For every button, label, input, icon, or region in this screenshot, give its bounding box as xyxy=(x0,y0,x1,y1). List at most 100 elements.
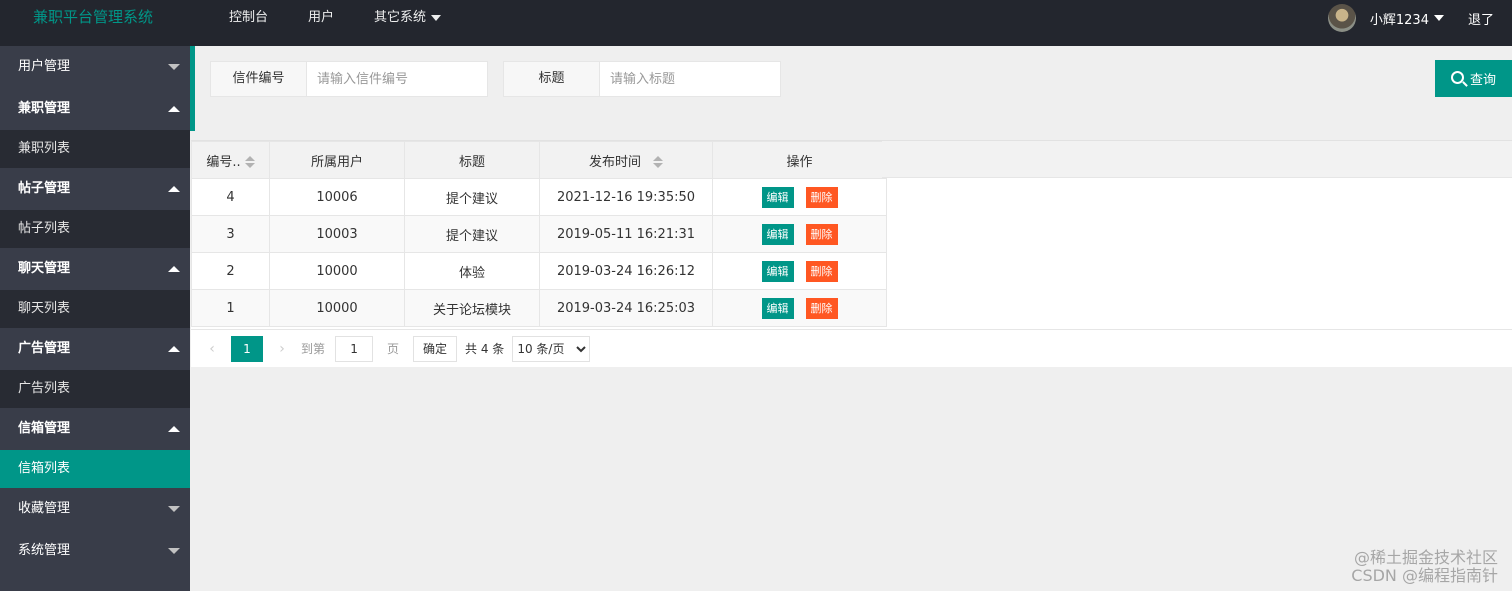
edit-button[interactable]: 编辑 xyxy=(761,297,794,319)
chevron-down-icon xyxy=(168,64,180,70)
table-row: 1 10000 关于论坛模块 2019-03-24 16:25:03 编辑 删除 xyxy=(191,289,887,327)
table-row: 3 10003 提个建议 2019-05-11 16:21:31 编辑 删除 xyxy=(191,215,887,253)
cell-id: 1 xyxy=(191,289,270,327)
search-bar: 信件编号 标题 查询 xyxy=(195,46,1512,140)
delete-button[interactable]: 删除 xyxy=(805,260,838,282)
col-header-title: 标题 xyxy=(404,141,540,179)
nav-other-label: 其它系统 xyxy=(374,10,427,25)
page-current[interactable]: 1 xyxy=(231,335,263,362)
col-header-user: 所属用户 xyxy=(269,141,405,179)
cell-user: 10000 xyxy=(269,252,405,290)
logout-link[interactable]: 退了 xyxy=(1468,9,1494,28)
nav-console[interactable]: 控制台 xyxy=(209,0,288,36)
query-button[interactable]: 查询 xyxy=(1435,60,1512,97)
sidebar-group-label: 收藏管理 xyxy=(18,501,71,516)
top-nav: 控制台 用户 其它系统 xyxy=(209,0,461,36)
nav-user-label: 用户 xyxy=(308,10,335,25)
sidebar-item-mailbox-list[interactable]: 信箱列表 xyxy=(0,450,190,488)
chevron-down-icon xyxy=(1433,15,1444,21)
sidebar-group-system[interactable]: 系统管理 xyxy=(0,530,190,572)
sidebar-item-post-list[interactable]: 帖子列表 xyxy=(0,210,190,248)
cell-title: 提个建议 xyxy=(404,178,540,216)
chevron-down-icon xyxy=(168,506,180,512)
col-header-id[interactable]: 编号.. xyxy=(191,141,270,179)
chevron-down-icon xyxy=(168,548,180,554)
edit-button[interactable]: 编辑 xyxy=(761,186,794,208)
sidebar-item-ad-list[interactable]: 广告列表 xyxy=(0,370,190,408)
letter-id-input[interactable] xyxy=(307,62,487,96)
sidebar-group-label: 聊天管理 xyxy=(18,261,71,276)
letter-id-label: 信件编号 xyxy=(211,62,307,96)
letter-id-field: 信件编号 xyxy=(210,61,488,97)
sidebar-group-label: 用户管理 xyxy=(18,59,71,74)
title-field: 标题 xyxy=(503,61,781,97)
cell-time: 2019-05-11 16:21:31 xyxy=(539,215,713,253)
sidebar-group-label: 信箱管理 xyxy=(18,421,71,436)
goto-confirm-button[interactable]: 确定 xyxy=(413,335,458,362)
sidebar-group-parttime[interactable]: 兼职管理 xyxy=(0,88,190,130)
cell-id: 2 xyxy=(191,252,270,290)
sidebar-group-users[interactable]: 用户管理 xyxy=(0,46,190,88)
watermark-line1: @稀土掘金技术社区 xyxy=(1353,548,1498,567)
watermark: @稀土掘金技术社区 CSDN @编程指南针 xyxy=(1351,549,1498,585)
user-name: 小辉1234 xyxy=(1369,12,1429,28)
title-label: 标题 xyxy=(504,62,600,96)
user-area: 小辉1234 退了 xyxy=(1327,0,1512,36)
sidebar-group-posts[interactable]: 帖子管理 xyxy=(0,168,190,210)
sidebar-group-label: 帖子管理 xyxy=(18,181,71,196)
cell-time: 2019-03-24 16:26:12 xyxy=(539,252,713,290)
sidebar-group-mailbox[interactable]: 信箱管理 xyxy=(0,408,190,450)
cell-user: 10000 xyxy=(269,289,405,327)
cell-title: 体验 xyxy=(404,252,540,290)
avatar[interactable] xyxy=(1327,4,1356,32)
cell-actions: 编辑 删除 xyxy=(712,252,887,290)
cell-actions: 编辑 删除 xyxy=(712,178,887,216)
table-header-row: 编号.. 所属用户 标题 发布时间 操作 xyxy=(191,141,887,179)
table-row: 2 10000 体验 2019-03-24 16:26:12 编辑 删除 xyxy=(191,252,887,290)
chevron-up-icon xyxy=(168,266,180,272)
title-input[interactable] xyxy=(600,62,780,96)
cell-time: 2021-12-16 19:35:50 xyxy=(539,178,713,216)
cell-actions: 编辑 删除 xyxy=(712,215,887,253)
nav-other-systems[interactable]: 其它系统 xyxy=(354,0,461,36)
edit-button[interactable]: 编辑 xyxy=(761,260,794,282)
data-table: 编号.. 所属用户 标题 发布时间 操作 4 10006 提个建议 2021-1… xyxy=(191,140,1512,367)
cell-time: 2019-03-24 16:25:03 xyxy=(539,289,713,327)
edit-button[interactable]: 编辑 xyxy=(761,223,794,245)
sort-icon[interactable] xyxy=(653,156,663,168)
chevron-right-icon[interactable]: › xyxy=(267,336,297,362)
chevron-up-icon xyxy=(168,426,180,432)
chevron-down-icon xyxy=(431,15,442,21)
delete-button[interactable]: 删除 xyxy=(805,223,838,245)
page-size-select[interactable]: 10 条/页 xyxy=(512,335,591,362)
sort-icon[interactable] xyxy=(244,156,255,168)
chevron-left-icon[interactable]: ‹ xyxy=(197,336,227,362)
sidebar: 用户管理 兼职管理 兼职列表 帖子管理 帖子列表 聊天管理 聊天列表 广告管理 … xyxy=(0,46,190,591)
delete-button[interactable]: 删除 xyxy=(805,186,838,208)
chevron-up-icon xyxy=(168,106,180,112)
query-label: 查询 xyxy=(1469,73,1496,88)
sidebar-item-parttime-list[interactable]: 兼职列表 xyxy=(0,130,190,168)
delete-button[interactable]: 删除 xyxy=(805,297,838,319)
main-content: 信件编号 标题 查询 编号.. 所属用户 标题 发布时间 操作 xyxy=(191,46,1512,591)
cell-user: 10006 xyxy=(269,178,405,216)
sidebar-group-label: 兼职管理 xyxy=(18,101,71,116)
table-header-filler xyxy=(882,141,1512,178)
goto-prefix: 到第 xyxy=(301,342,326,356)
nav-user[interactable]: 用户 xyxy=(288,0,354,36)
sidebar-item-chat-list[interactable]: 聊天列表 xyxy=(0,290,190,328)
sidebar-group-favorites[interactable]: 收藏管理 xyxy=(0,488,190,530)
sidebar-group-ads[interactable]: 广告管理 xyxy=(0,328,190,370)
nav-console-label: 控制台 xyxy=(229,10,269,25)
col-header-id-label: 编号.. xyxy=(206,154,241,170)
mailbox-table: 编号.. 所属用户 标题 发布时间 操作 4 10006 提个建议 2021-1… xyxy=(191,141,887,327)
sidebar-group-chat[interactable]: 聊天管理 xyxy=(0,248,190,290)
goto-page-input[interactable] xyxy=(335,335,374,362)
col-header-time[interactable]: 发布时间 xyxy=(539,141,713,179)
app-logo: 兼职平台管理系统 xyxy=(33,8,154,26)
cell-id: 4 xyxy=(191,178,270,216)
user-menu[interactable]: 小辉1234 xyxy=(1370,9,1444,28)
chevron-up-icon xyxy=(168,186,180,192)
cell-title: 关于论坛模块 xyxy=(404,289,540,327)
pagination: ‹ 1 › 到第 页 确定 共 4 条 10 条/页 xyxy=(191,329,1512,367)
